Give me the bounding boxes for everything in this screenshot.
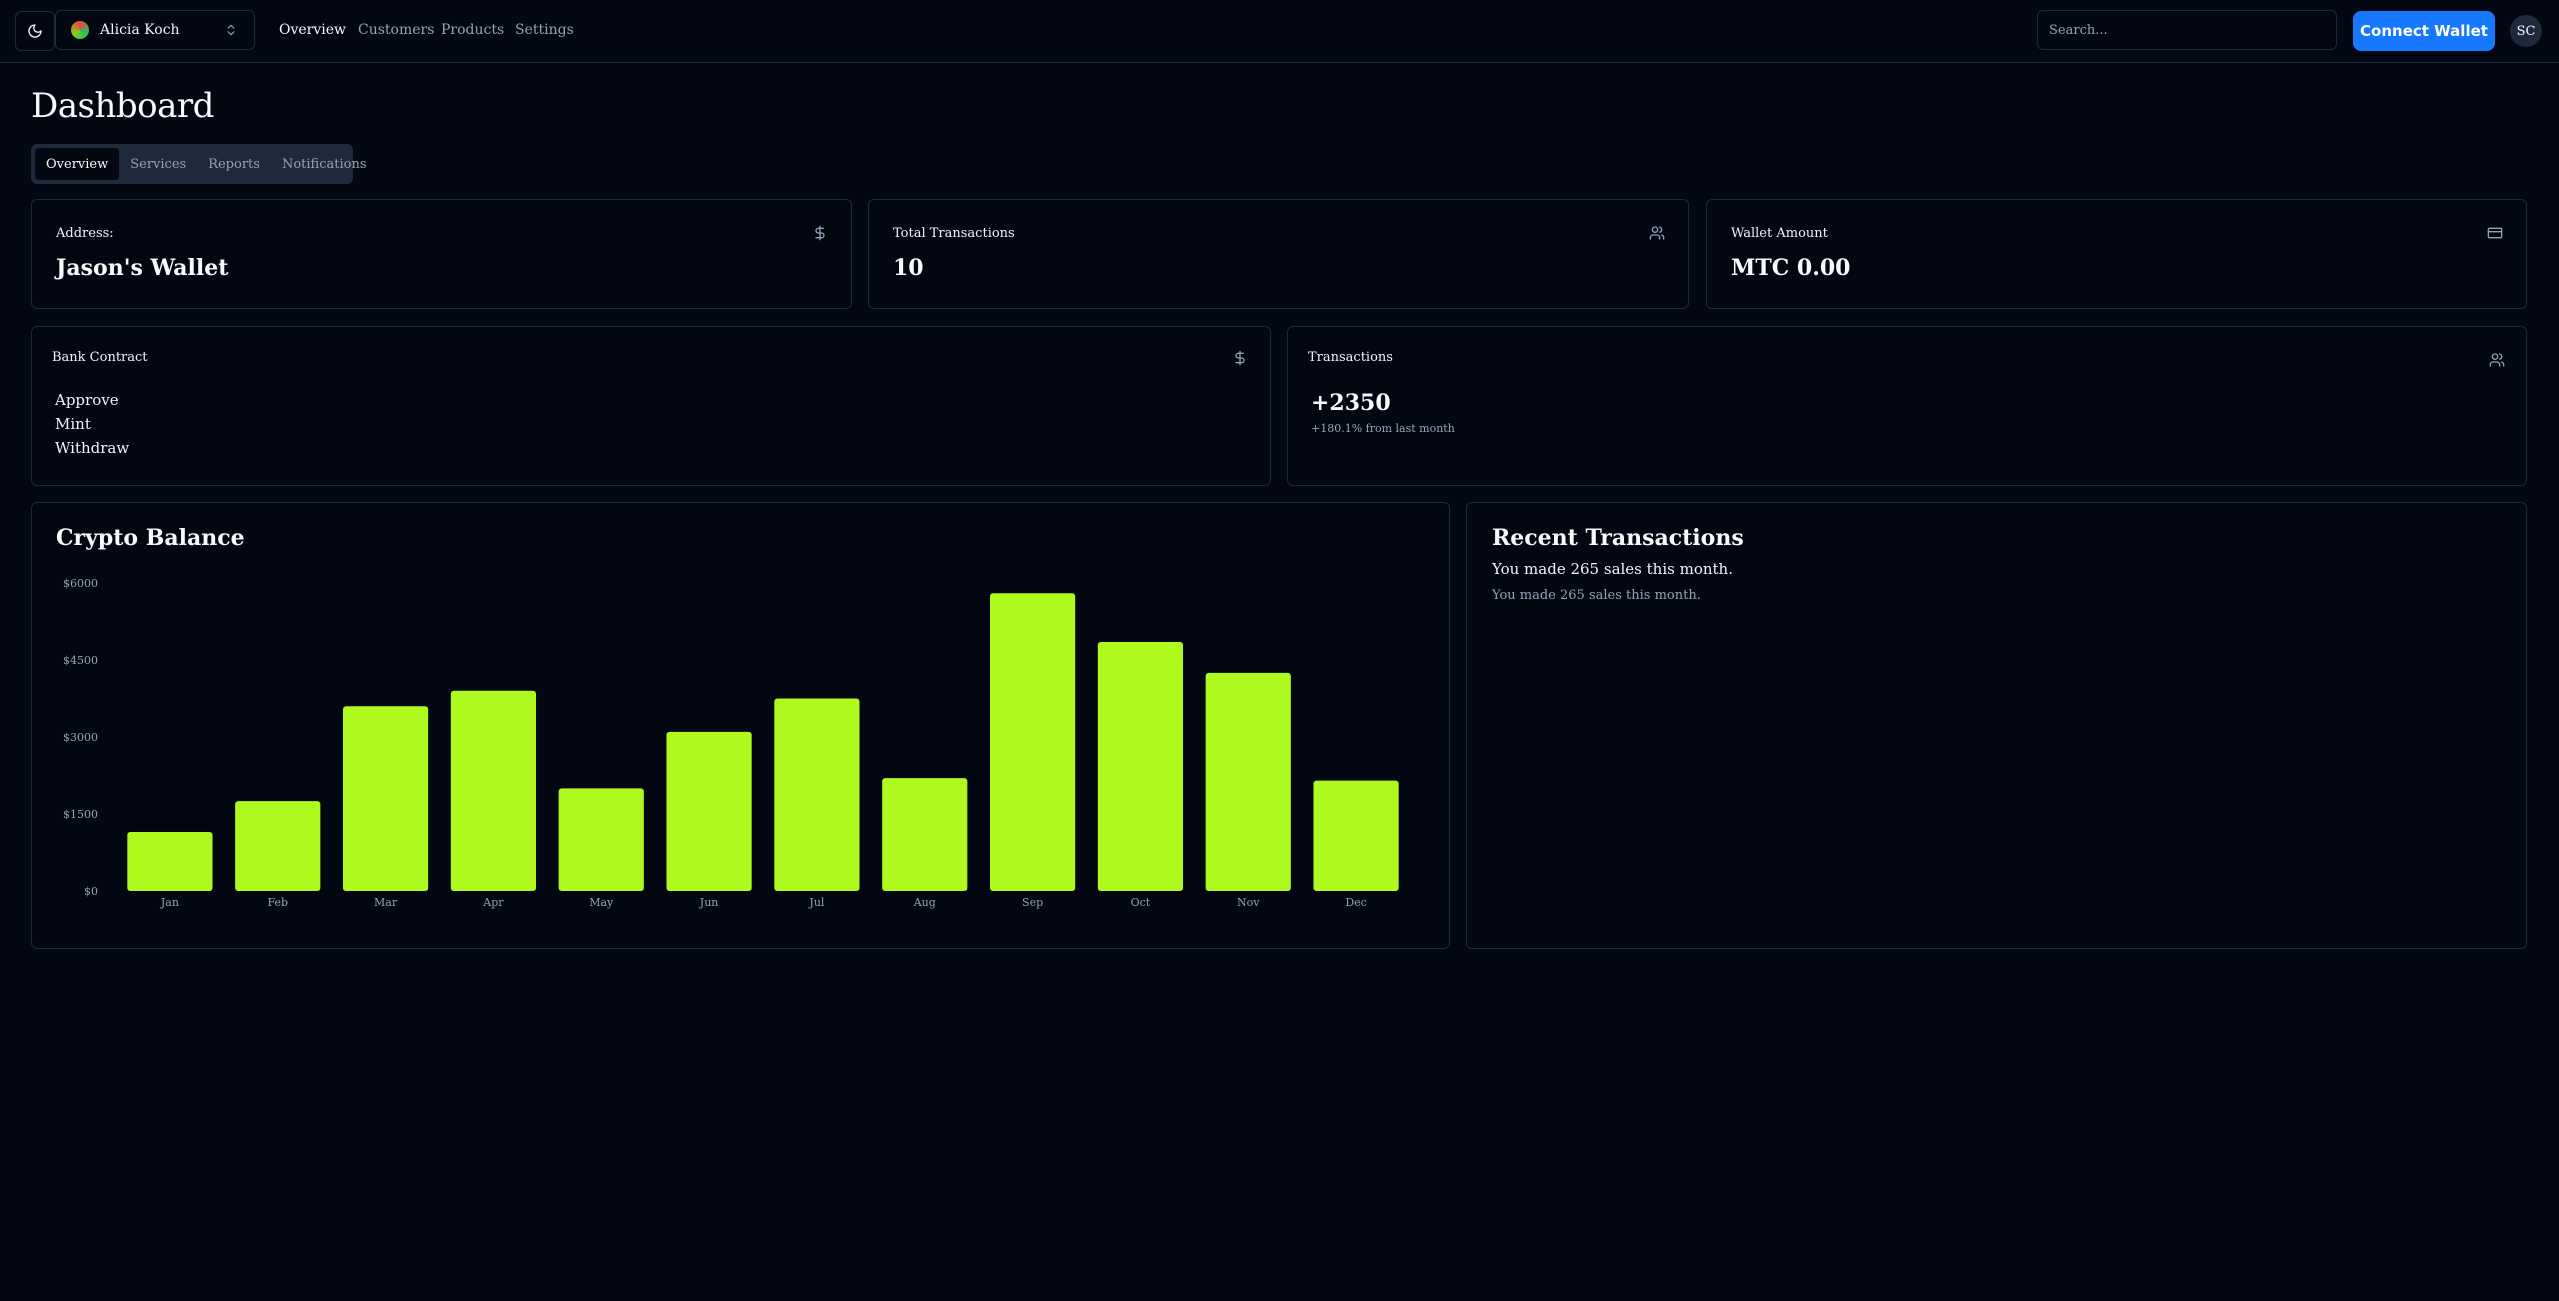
theme-toggle-button[interactable] bbox=[15, 11, 55, 51]
y-tick-label: $3000 bbox=[63, 731, 98, 744]
bar-apr bbox=[450, 690, 537, 891]
users-icon bbox=[2489, 353, 2505, 367]
transactions-label: Transactions bbox=[1308, 350, 1393, 365]
x-tick-label: Jan bbox=[160, 896, 179, 909]
total-transactions-card: Total Transactions 10 bbox=[868, 199, 1689, 309]
x-tick-label: Oct bbox=[1131, 896, 1151, 909]
x-tick-label: Nov bbox=[1237, 896, 1260, 909]
x-tick-label: Jun bbox=[699, 896, 719, 909]
transactions-card: Transactions +2350 +180.1% from last mon… bbox=[1287, 326, 2527, 486]
y-tick-label: $0 bbox=[84, 885, 98, 898]
nav-link-settings[interactable]: Settings bbox=[515, 22, 574, 38]
bar-sep bbox=[989, 593, 1076, 891]
bar-may bbox=[558, 788, 644, 891]
recent-transactions-description: You made 265 sales this month. bbox=[1492, 588, 1701, 603]
bank-contract-label: Bank Contract bbox=[52, 350, 148, 365]
moon-icon bbox=[28, 24, 42, 38]
team-name: Alicia Koch bbox=[100, 22, 180, 38]
bar-jan bbox=[127, 831, 213, 891]
transactions-value: +2350 bbox=[1311, 390, 1391, 416]
team-avatar bbox=[71, 21, 89, 39]
nav-link-products[interactable]: Products bbox=[441, 22, 504, 38]
tab-notifications[interactable]: Notifications bbox=[271, 148, 378, 180]
wallet-amount-label: Wallet Amount bbox=[1731, 226, 1828, 241]
address-label: Address: bbox=[56, 226, 114, 241]
total-transactions-value: 10 bbox=[893, 255, 924, 281]
recent-transactions-subtitle: You made 265 sales this month. bbox=[1492, 560, 1733, 578]
wallet-amount-card: Wallet Amount MTC 0.00 bbox=[1706, 199, 2527, 309]
tab-overview[interactable]: Overview bbox=[35, 148, 120, 180]
top-navigation-bar: Alicia Koch Overview Customers Products … bbox=[0, 0, 2559, 63]
bar-feb bbox=[235, 801, 321, 891]
bar-jun bbox=[666, 731, 752, 891]
crypto-balance-chart: $0 $1500 $3000 $4500 $6000 Jan Feb Mar Apr May Jun… bbox=[63, 577, 1399, 909]
x-tick-label: May bbox=[589, 896, 614, 909]
search-input[interactable] bbox=[2037, 10, 2337, 50]
nav-link-overview[interactable]: Overview bbox=[279, 22, 346, 38]
crypto-balance-card: Crypto Balance $0 $1500 $3000 $4500 $6000 Jan… bbox=[31, 502, 1450, 949]
dollar-icon bbox=[1235, 350, 1245, 366]
dollar-icon bbox=[815, 225, 825, 241]
dashboard-tabs: Overview Services Reports Notifications bbox=[31, 144, 367, 184]
users-icon bbox=[1649, 226, 1665, 240]
bar-aug bbox=[882, 778, 968, 891]
address-card: Address: Jason's Wallet bbox=[31, 199, 852, 309]
y-tick-label: $4500 bbox=[63, 654, 98, 667]
y-tick-label: $1500 bbox=[63, 808, 98, 821]
bar-nov bbox=[1205, 672, 1291, 891]
nav-link-customers[interactable]: Customers bbox=[358, 22, 434, 38]
page-title: Dashboard bbox=[31, 86, 214, 126]
y-tick-label: $6000 bbox=[63, 577, 98, 590]
total-transactions-label: Total Transactions bbox=[893, 226, 1015, 241]
x-tick-label: Dec bbox=[1345, 896, 1367, 909]
wallet-amount-value: MTC 0.00 bbox=[1731, 255, 1851, 281]
x-tick-label: Mar bbox=[374, 896, 398, 909]
tab-services[interactable]: Services bbox=[119, 148, 197, 180]
x-tick-label: Sep bbox=[1022, 896, 1043, 909]
x-tick-label: Apr bbox=[482, 896, 504, 909]
mint-action[interactable]: Mint bbox=[55, 415, 91, 433]
bank-contract-card: Bank Contract Approve Mint Withdraw bbox=[31, 326, 1271, 486]
bar-oct bbox=[1097, 642, 1184, 891]
x-tick-label: Aug bbox=[913, 896, 936, 909]
withdraw-action[interactable]: Withdraw bbox=[55, 439, 129, 457]
bar-mar bbox=[342, 706, 429, 891]
tab-reports[interactable]: Reports bbox=[197, 148, 271, 180]
user-avatar[interactable]: SC bbox=[2510, 15, 2542, 47]
x-tick-label: Jul bbox=[808, 896, 824, 909]
bar-dec bbox=[1313, 780, 1399, 891]
recent-transactions-card: Recent Transactions You made 265 sales t… bbox=[1466, 502, 2527, 949]
address-value: Jason's Wallet bbox=[56, 255, 229, 281]
approve-action[interactable]: Approve bbox=[55, 391, 119, 409]
connect-wallet-button[interactable]: Connect Wallet bbox=[2353, 11, 2495, 51]
credit-card-icon bbox=[2487, 227, 2503, 239]
chevrons-up-down-icon bbox=[227, 24, 235, 36]
bar-jul bbox=[774, 698, 860, 891]
team-switcher[interactable]: Alicia Koch bbox=[55, 10, 255, 50]
transactions-change-note: +180.1% from last month bbox=[1311, 422, 1455, 435]
recent-transactions-title: Recent Transactions bbox=[1492, 525, 1744, 551]
x-tick-label: Feb bbox=[267, 896, 288, 909]
